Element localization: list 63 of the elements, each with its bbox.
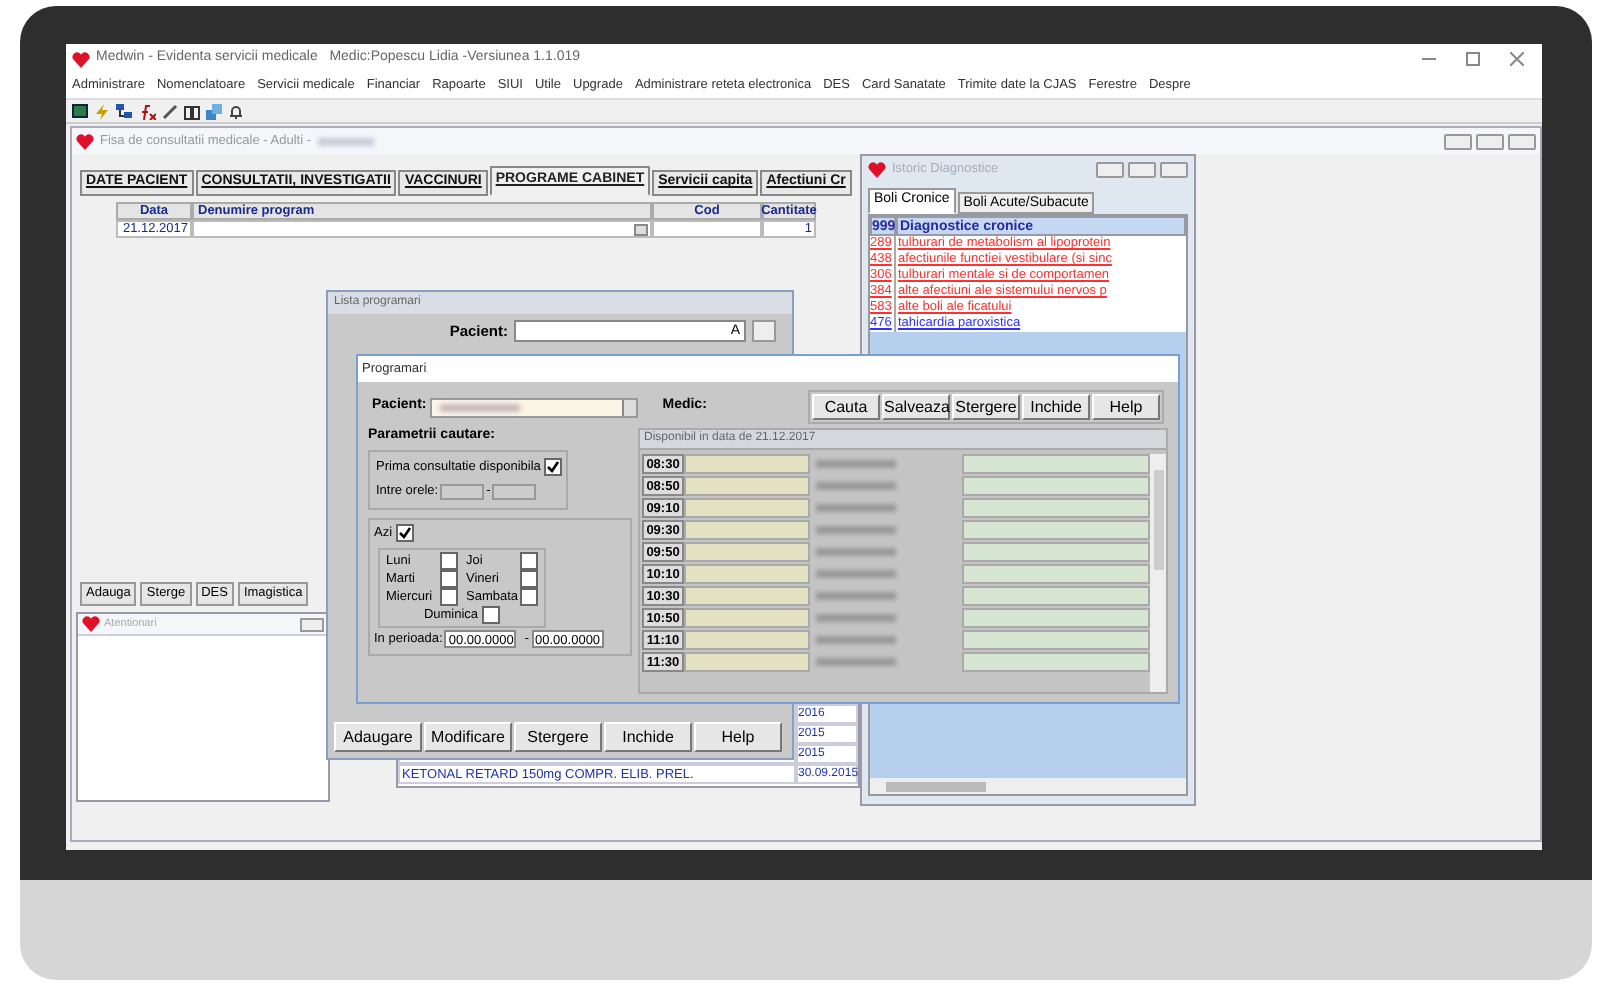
slot-cell [684,542,810,562]
blurred-text [816,482,896,490]
blurred-text [816,570,896,578]
slot-cell [684,476,810,496]
dialog-button[interactable]: Inchide [604,722,692,752]
checkbox[interactable] [482,605,501,624]
vertical-scrollbar[interactable] [1150,454,1166,692]
checkbox[interactable] [520,551,538,570]
slot-cell [684,498,810,518]
maximize-button[interactable] [1128,161,1156,177]
dialog-button[interactable]: Inchide [1022,394,1090,420]
dialog-button[interactable]: Stergere [514,722,602,752]
dialog-button[interactable]: Help [1092,394,1160,420]
bell-icon[interactable] [228,103,244,119]
time-field[interactable] [492,484,537,501]
book-icon[interactable] [184,103,200,119]
monitor-icon[interactable] [72,104,88,118]
blurred-text [816,460,896,468]
dialog-button[interactable]: Cauta [812,394,880,420]
heart-icon [72,51,90,67]
blurred-text [816,504,896,512]
dialog-button[interactable]: Salveaza [882,394,950,420]
heart-icon [82,616,100,632]
pen-icon[interactable] [162,103,178,119]
checkbox[interactable] [396,524,415,543]
horizontal-scrollbar[interactable] [870,778,1186,794]
slot-cell [684,652,810,672]
maximize-icon[interactable] [1466,52,1480,66]
blurred-text [440,403,521,411]
close-icon[interactable] [1510,52,1524,66]
slot-cell [684,564,810,584]
slot-cell [684,520,810,540]
function-icon[interactable] [138,103,156,119]
dialog-button[interactable]: Modificare [424,722,512,752]
cubes-icon[interactable] [206,103,222,119]
blurred-text [816,636,896,644]
maximize-button[interactable] [1476,133,1504,149]
heart-icon [76,133,94,149]
patient-dropdown[interactable] [430,397,639,417]
blurred-text [816,592,896,600]
slot-cell [684,608,810,628]
blurred-text [816,548,896,556]
dialog-button[interactable]: Help [694,722,782,752]
close-button[interactable] [1508,133,1536,149]
tree-icon[interactable] [116,103,132,119]
blurred-text [317,137,373,145]
blurred-text [816,526,896,534]
heart-icon [868,161,886,177]
slot-cell [684,454,810,474]
minimize-button[interactable] [300,617,324,631]
checkbox[interactable] [440,551,458,570]
checkbox[interactable] [544,457,563,476]
slot-cell [684,586,810,606]
close-button[interactable] [1160,161,1188,177]
minimize-button[interactable] [1096,161,1124,177]
slot-cell [684,630,810,650]
time-field[interactable] [440,484,485,501]
dialog-button[interactable]: Stergere [952,394,1020,420]
blurred-text [816,614,896,622]
dialog-button[interactable]: Adaugare [334,722,422,752]
minimize-button[interactable] [1444,133,1472,149]
lookup-button[interactable] [752,320,776,343]
blurred-text [816,658,896,666]
